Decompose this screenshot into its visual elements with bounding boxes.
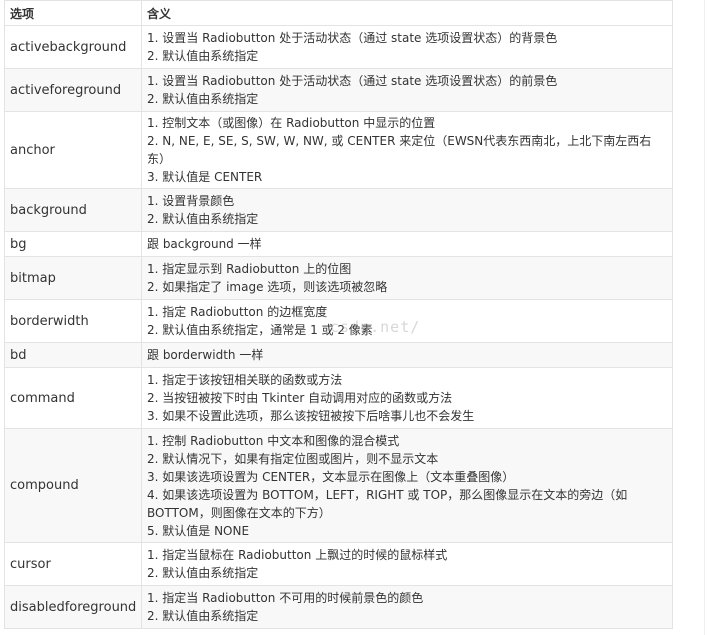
option-description: 1. 指定 Radiobutton 的边框宽度 2. 默认值由系统指定，通常是 1… — [141, 299, 673, 343]
description-line: 2. 默认值由系统指定 — [147, 49, 259, 63]
page-edge-divider — [704, 0, 705, 635]
description-line: 2. 默认值由系统指定 — [147, 566, 259, 580]
description-line: 4. 如果该选项设置为 BOTTOM，LEFT，RIGHT 或 TOP，那么图像… — [147, 487, 628, 520]
description-line: 2. 默认值由系统指定 — [147, 92, 259, 106]
description-line: 1. 控制文本（或图像）在 Radiobutton 中显示的位置 — [147, 116, 436, 130]
description-line: 3. 如果不设置此选项，那么该按钮被按下后啥事儿也不会发生 — [147, 409, 475, 423]
table-row: activebackground 1. 设置当 Radiobutton 处于活动状… — [4, 25, 673, 69]
table-row: cursor 1. 指定当鼠标在 Radiobutton 上飘过的时候的鼠标样式 2… — [4, 542, 673, 586]
options-table-container: 选项 含义 activebackground 1. 设置当 Radiobutton… — [4, 0, 673, 629]
description-line: 1. 指定 Radiobutton 的边框宽度 — [147, 305, 328, 319]
table-row: bg 跟 background 一样 — [4, 231, 673, 257]
table-header-row: 选项 含义 — [4, 0, 673, 26]
description-line: 1. 指定当鼠标在 Radiobutton 上飘过的时候的鼠标样式 — [147, 548, 448, 562]
option-name: anchor — [4, 111, 142, 189]
option-description: 1. 设置当 Radiobutton 处于活动状态（通过 state 选项设置状… — [141, 25, 673, 69]
description-line: 1. 设置当 Radiobutton 处于活动状态（通过 state 选项设置状… — [147, 74, 558, 88]
options-table: 选项 含义 activebackground 1. 设置当 Radiobutton… — [4, 0, 673, 629]
option-description: 1. 指定当 Radiobutton 不可用的时候前景色的颜色 2. 默认值由系统… — [141, 585, 673, 629]
option-name: activeforeground — [4, 68, 142, 112]
description-line: 1. 设置背景颜色 — [147, 194, 235, 208]
option-description: 1. 控制文本（或图像）在 Radiobutton 中显示的位置 2. N, NE… — [141, 111, 673, 189]
description-line: 1. 指定于该按钮相关联的函数或方法 — [147, 373, 343, 387]
option-name: bitmap — [4, 256, 142, 300]
option-description: 1. 指定显示到 Radiobutton 上的位图 2. 如果指定了 image … — [141, 256, 673, 300]
option-name: bg — [4, 231, 142, 257]
table-row: disabledforeground 1. 指定当 Radiobutton 不可用… — [4, 585, 673, 629]
option-name: cursor — [4, 542, 142, 586]
option-description: 1. 指定当鼠标在 Radiobutton 上飘过的时候的鼠标样式 2. 默认值由… — [141, 542, 673, 586]
table-row: command 1. 指定于该按钮相关联的函数或方法 2. 当按钮被按下时由 Tki… — [4, 367, 673, 429]
table-row: anchor 1. 控制文本（或图像）在 Radiobutton 中显示的位置 2.… — [4, 111, 673, 189]
description-line: 2. 默认值由系统指定 — [147, 212, 259, 226]
table-row: background 1. 设置背景颜色 2. 默认值由系统指定 — [4, 188, 673, 232]
option-name: activebackground — [4, 25, 142, 69]
option-name: background — [4, 188, 142, 232]
table-row: borderwidth 1. 指定 Radiobutton 的边框宽度 2. 默认值… — [4, 299, 673, 343]
option-name: disabledforeground — [4, 585, 142, 629]
option-description: 跟 background 一样 — [141, 231, 673, 257]
description-line: 1. 控制 Radiobutton 中文本和图像的混合模式 — [147, 433, 400, 448]
option-name: bd — [4, 342, 142, 368]
description-line: 2. 默认情况下，如果有指定位图或图片，则不显示文本 — [147, 451, 439, 466]
description-line: 1. 指定显示到 Radiobutton 上的位图 — [147, 262, 352, 276]
description-line: 3. 默认值是 CENTER — [147, 170, 263, 184]
option-description: 跟 borderwidth 一样 — [141, 342, 673, 368]
description-line: 跟 borderwidth 一样 — [147, 348, 264, 362]
description-line: 3. 如果该选项设置为 CENTER，文本显示在图像上（文本重叠图像） — [147, 469, 515, 484]
description-line: 2. 默认值由系统指定 — [147, 609, 259, 623]
option-description: 1. 设置背景颜色 2. 默认值由系统指定 — [141, 188, 673, 232]
table-row: bd 跟 borderwidth 一样 — [4, 342, 673, 368]
option-description: 1. 指定于该按钮相关联的函数或方法 2. 当按钮被按下时由 Tkinter 自动… — [141, 367, 673, 429]
option-description: 1. 控制 Radiobutton 中文本和图像的混合模式 2. 默认情况下，如果… — [141, 428, 673, 543]
option-name: compound — [4, 428, 142, 543]
description-line: 5. 默认值是 NONE — [147, 523, 250, 538]
option-name: command — [4, 367, 142, 429]
option-description: 1. 设置当 Radiobutton 处于活动状态（通过 state 选项设置状… — [141, 68, 673, 112]
option-name: borderwidth — [4, 299, 142, 343]
description-line: 2. N, NE, E, SE, S, SW, W, NW, 或 CENTER … — [147, 134, 652, 166]
description-line: 跟 background 一样 — [147, 237, 262, 251]
header-meaning: 含义 — [141, 0, 673, 26]
table-row: bitmap 1. 指定显示到 Radiobutton 上的位图 2. 如果指定了 … — [4, 256, 673, 300]
description-line: 2. 如果指定了 image 选项，则该选项被忽略 — [147, 280, 388, 294]
description-line: 2. 当按钮被按下时由 Tkinter 自动调用对应的函数或方法 — [147, 391, 453, 405]
description-line: 2. 默认值由系统指定，通常是 1 或 2 像素 — [147, 323, 373, 337]
header-option: 选项 — [4, 0, 142, 26]
table-row: compound 1. 控制 Radiobutton 中文本和图像的混合模式 2. … — [4, 428, 673, 543]
table-body: activebackground 1. 设置当 Radiobutton 处于活动状… — [4, 25, 673, 629]
table-row: activeforeground 1. 设置当 Radiobutton 处于活动状… — [4, 68, 673, 112]
description-line: 1. 设置当 Radiobutton 处于活动状态（通过 state 选项设置状… — [147, 31, 558, 45]
description-line: 1. 指定当 Radiobutton 不可用的时候前景色的颜色 — [147, 591, 424, 605]
